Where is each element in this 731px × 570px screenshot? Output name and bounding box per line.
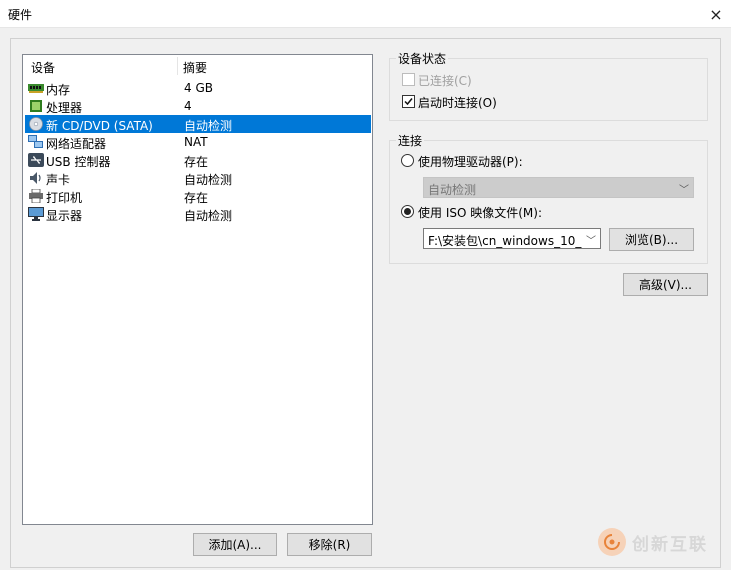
device-summary: 4 GB bbox=[184, 81, 213, 95]
processor-icon bbox=[30, 100, 42, 112]
window-title: 硬件 bbox=[8, 8, 33, 22]
connected-label: 已连接(C) bbox=[418, 74, 472, 88]
device-summary: NAT bbox=[184, 135, 208, 149]
device-name: USB 控制器 bbox=[46, 155, 111, 169]
device-summary: 自动检测 bbox=[184, 173, 233, 187]
watermark: 创新互联 bbox=[598, 524, 726, 560]
column-header-device[interactable]: 设备 bbox=[31, 59, 55, 76]
device-row-processor[interactable]: 处理器 4 bbox=[25, 97, 371, 115]
cd-dvd-icon bbox=[29, 117, 43, 131]
brand-logo-icon bbox=[598, 528, 626, 556]
device-summary: 4 bbox=[184, 99, 192, 113]
connect-at-power-on-checkbox[interactable] bbox=[402, 95, 415, 108]
usb-icon bbox=[28, 153, 44, 167]
browse-button[interactable]: 浏览(B)... bbox=[609, 228, 694, 251]
device-status-group: 设备状态 bbox=[389, 50, 708, 121]
title-bar: 硬件 × bbox=[0, 0, 731, 28]
iso-image-path-value: F:\安装包\cn_windows_10_ bbox=[428, 234, 582, 248]
physical-drive-value: 自动检测 bbox=[428, 183, 477, 197]
check-icon bbox=[404, 98, 413, 106]
add-button[interactable]: 添加(A)... bbox=[193, 533, 277, 556]
close-icon[interactable]: × bbox=[701, 0, 731, 28]
advanced-button[interactable]: 高级(V)... bbox=[623, 273, 708, 296]
device-list[interactable]: 设备 摘要 内存 4 GB 处理器 4 新 CD/DVD (SATA) 自动检测 bbox=[22, 54, 373, 525]
device-row-display[interactable]: 显示器 自动检测 bbox=[25, 205, 371, 223]
device-row-usb-controller[interactable]: USB 控制器 存在 bbox=[25, 151, 371, 169]
device-summary: 存在 bbox=[184, 155, 209, 169]
iso-image-radio[interactable] bbox=[401, 205, 414, 218]
chevron-down-icon: ﹀ bbox=[679, 185, 689, 196]
device-name: 新 CD/DVD (SATA) bbox=[46, 119, 153, 133]
column-divider bbox=[177, 57, 178, 75]
device-summary: 自动检测 bbox=[184, 119, 233, 133]
device-row-network-adapter[interactable]: 网络适配器 NAT bbox=[25, 133, 371, 151]
connection-title: 连接 bbox=[396, 132, 425, 149]
physical-drive-label: 使用物理驱动器(P): bbox=[418, 155, 523, 169]
swirl-icon bbox=[604, 534, 620, 550]
device-row-sound-card[interactable]: 声卡 自动检测 bbox=[25, 169, 371, 187]
column-header-summary[interactable]: 摘要 bbox=[183, 59, 207, 76]
device-name: 处理器 bbox=[46, 101, 83, 115]
device-row-printer[interactable]: 打印机 存在 bbox=[25, 187, 371, 205]
physical-drive-radio[interactable] bbox=[401, 154, 414, 167]
radio-dot bbox=[404, 208, 411, 215]
device-row-memory[interactable]: 内存 4 GB bbox=[25, 79, 371, 97]
memory-icon bbox=[28, 84, 44, 93]
chevron-down-icon: ﹀ bbox=[586, 236, 596, 247]
connect-at-power-on-label: 启动时连接(O) bbox=[418, 96, 497, 110]
device-row-cd-dvd[interactable]: 新 CD/DVD (SATA) 自动检测 bbox=[25, 115, 371, 133]
printer-icon bbox=[29, 189, 43, 203]
device-name: 打印机 bbox=[46, 191, 83, 205]
device-name: 声卡 bbox=[46, 173, 71, 187]
sound-card-icon bbox=[30, 172, 41, 184]
iso-image-label: 使用 ISO 映像文件(M): bbox=[418, 206, 542, 220]
watermark-text: 创新互联 bbox=[632, 534, 708, 555]
connected-checkbox[interactable] bbox=[402, 73, 415, 86]
device-status-title: 设备状态 bbox=[396, 50, 449, 67]
device-summary: 存在 bbox=[184, 191, 209, 205]
device-name: 显示器 bbox=[46, 209, 83, 223]
remove-button[interactable]: 移除(R) bbox=[287, 533, 372, 556]
device-name: 内存 bbox=[46, 83, 71, 97]
physical-drive-select[interactable]: 自动检测 ﹀ bbox=[423, 177, 694, 198]
iso-image-path-select[interactable]: F:\安装包\cn_windows_10_ ﹀ bbox=[423, 228, 601, 249]
device-list-header: 设备 摘要 bbox=[23, 55, 372, 77]
device-name: 网络适配器 bbox=[46, 137, 107, 151]
network-adapter-icon bbox=[28, 135, 43, 148]
device-summary: 自动检测 bbox=[184, 209, 233, 223]
display-icon bbox=[28, 207, 44, 221]
